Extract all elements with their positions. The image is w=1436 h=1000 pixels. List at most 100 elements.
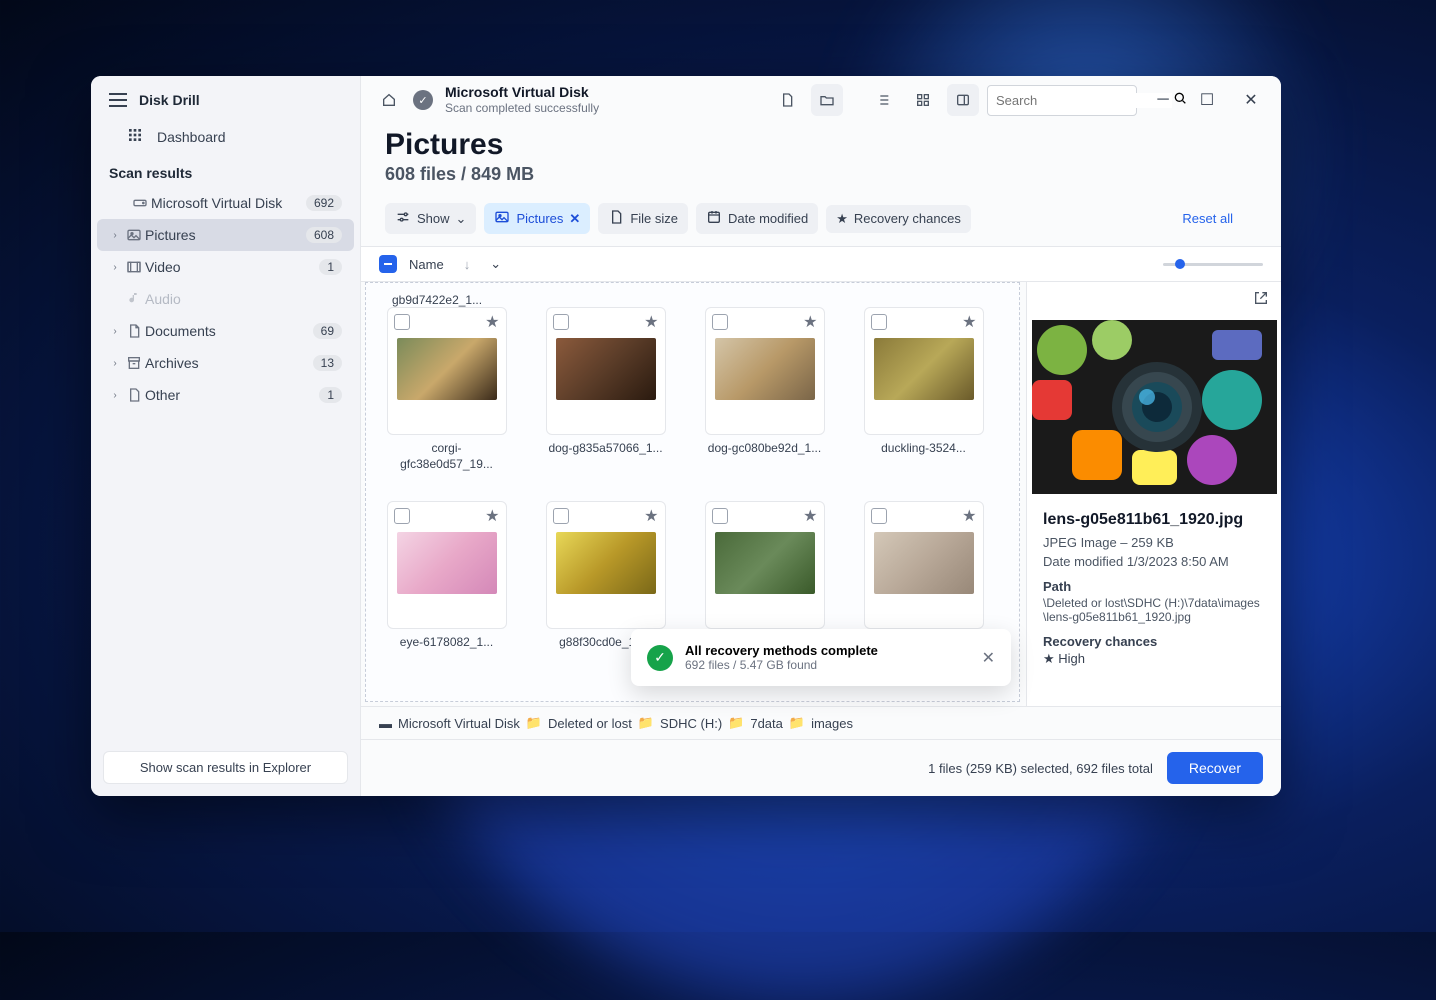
- sort-row: Name ↓ ⌄: [361, 246, 1281, 282]
- star-icon[interactable]: ★: [803, 312, 817, 332]
- archive-icon: [123, 355, 145, 371]
- path-label: Path: [1043, 579, 1265, 594]
- home-icon[interactable]: [373, 84, 405, 116]
- thumbnail-image: [874, 532, 974, 594]
- sliders-icon: [395, 209, 411, 228]
- app-window: Disk Drill Dashboard Scan results Micros…: [91, 76, 1281, 796]
- topbar: ✓ Microsoft Virtual Disk Scan completed …: [361, 76, 1281, 124]
- toast-close-icon[interactable]: ✕: [982, 648, 995, 668]
- audio-label: Audio: [145, 291, 342, 307]
- tile-checkbox[interactable]: [394, 508, 410, 524]
- tile-checkbox[interactable]: [712, 314, 728, 330]
- close-button[interactable]: ✕: [1233, 84, 1269, 116]
- app-title: Disk Drill: [139, 92, 200, 108]
- reset-all-link[interactable]: Reset all: [1182, 211, 1257, 226]
- file-tile[interactable]: ★ corgi-gfc38e0d57_19...: [384, 307, 509, 473]
- crumb-sdhc[interactable]: SDHC (H:): [660, 716, 722, 731]
- toast: ✓ All recovery methods complete 692 file…: [631, 629, 1011, 686]
- datemod-label: Date modified: [728, 211, 808, 226]
- crumb-disk[interactable]: Microsoft Virtual Disk: [398, 716, 520, 731]
- preview-path: \Deleted or lost\SDHC (H:)\7data\images\…: [1043, 596, 1265, 624]
- remove-filter-icon[interactable]: ✕: [569, 211, 580, 227]
- sidebar-item-pictures[interactable]: › Pictures 608: [97, 219, 354, 251]
- sidebar-section-scan-results: Scan results: [91, 155, 360, 187]
- crumb-7data[interactable]: 7data: [750, 716, 783, 731]
- other-count: 1: [319, 387, 342, 403]
- tile-filename: corgi-gfc38e0d57_19...: [387, 441, 507, 473]
- footer: 1 files (259 KB) selected, 692 files tot…: [361, 739, 1281, 796]
- toast-title: All recovery methods complete: [685, 643, 878, 658]
- file-icon[interactable]: [771, 84, 803, 116]
- preview-panel: lens-g05e811b61_1920.jpg JPEG Image – 25…: [1026, 282, 1281, 706]
- search-input[interactable]: [987, 85, 1137, 116]
- sort-by-name[interactable]: Name ↓ ⌄: [409, 256, 501, 272]
- star-icon[interactable]: ★: [803, 506, 817, 526]
- list-view-icon[interactable]: [867, 84, 899, 116]
- recovery-value: ★ High: [1043, 651, 1265, 667]
- preview-date: Date modified 1/3/2023 8:50 AM: [1043, 554, 1265, 569]
- folder-icon[interactable]: [811, 84, 843, 116]
- sidebar-item-other[interactable]: › Other 1: [97, 379, 354, 411]
- show-filter[interactable]: Show ⌄: [385, 203, 476, 234]
- video-count: 1: [319, 259, 342, 275]
- sidebar-item-video[interactable]: › Video 1: [97, 251, 354, 283]
- pictures-label: Pictures: [145, 227, 306, 243]
- file-tile[interactable]: ★ duckling-3524...: [861, 307, 986, 473]
- crumb-deleted[interactable]: Deleted or lost: [548, 716, 632, 731]
- popout-icon[interactable]: [1253, 290, 1269, 311]
- thumbnail-image: [874, 338, 974, 400]
- file-tile[interactable]: ★ dog-gc080be92d_1...: [702, 307, 827, 473]
- split-view-icon[interactable]: [947, 84, 979, 116]
- recover-button[interactable]: Recover: [1167, 752, 1263, 784]
- sidebar-item-archives[interactable]: › Archives 13: [97, 347, 354, 379]
- star-icon[interactable]: ★: [485, 506, 499, 526]
- sidebar-item-audio[interactable]: Audio: [97, 283, 354, 315]
- tile-checkbox[interactable]: [712, 508, 728, 524]
- chevron-right-icon: ›: [107, 326, 123, 337]
- star-icon[interactable]: ★: [962, 312, 976, 332]
- show-in-explorer-button[interactable]: Show scan results in Explorer: [103, 751, 348, 784]
- grid-view-icon[interactable]: [907, 84, 939, 116]
- chevron-down-icon[interactable]: ⌄: [490, 256, 501, 272]
- thumbnail-image: [397, 338, 497, 400]
- breadcrumb: ▬ Microsoft Virtual Disk 📁 Deleted or lo…: [361, 706, 1281, 739]
- recovery-label: Recovery chances: [1043, 634, 1265, 649]
- file-tile[interactable]: ★ eye-6178082_1...: [384, 501, 509, 667]
- tile-checkbox[interactable]: [553, 508, 569, 524]
- sidebar-item-vdisk[interactable]: Microsoft Virtual Disk 692: [97, 187, 354, 219]
- sort-arrow-icon: ↓: [464, 257, 471, 272]
- tile-checkbox[interactable]: [394, 314, 410, 330]
- recovery-label: Recovery chances: [854, 211, 961, 226]
- folder-icon: 📁: [789, 715, 805, 731]
- recovery-filter[interactable]: ★ Recovery chances: [826, 205, 971, 233]
- grid-icon: [127, 127, 143, 146]
- archives-count: 13: [313, 355, 342, 371]
- star-icon[interactable]: ★: [644, 506, 658, 526]
- filesize-filter[interactable]: File size: [598, 203, 688, 234]
- chevron-down-icon: ⌄: [456, 211, 467, 227]
- star-icon[interactable]: ★: [644, 312, 658, 332]
- tile-filename: dog-gc080be92d_1...: [708, 441, 821, 473]
- maximize-button[interactable]: ☐: [1189, 84, 1225, 116]
- tile-checkbox[interactable]: [553, 314, 569, 330]
- zoom-slider[interactable]: [1163, 263, 1263, 266]
- pictures-filter-label: Pictures: [516, 211, 563, 226]
- sidebar-item-documents[interactable]: › Documents 69: [97, 315, 354, 347]
- header-subtitle: Scan completed successfully: [445, 101, 599, 115]
- minimize-button[interactable]: ─: [1145, 84, 1181, 116]
- star-icon[interactable]: ★: [485, 312, 499, 332]
- page-title: Pictures: [385, 128, 1257, 162]
- sidebar-item-dashboard[interactable]: Dashboard: [91, 118, 360, 155]
- file-icon: [123, 387, 145, 403]
- star-icon[interactable]: ★: [962, 506, 976, 526]
- pictures-filter[interactable]: Pictures ✕: [484, 203, 590, 234]
- main-panel: ✓ Microsoft Virtual Disk Scan completed …: [361, 76, 1281, 796]
- datemod-filter[interactable]: Date modified: [696, 203, 818, 234]
- crumb-images[interactable]: images: [811, 716, 853, 731]
- tile-checkbox[interactable]: [871, 508, 887, 524]
- tile-checkbox[interactable]: [871, 314, 887, 330]
- menu-icon[interactable]: [109, 93, 127, 107]
- video-icon: [123, 259, 145, 275]
- file-tile[interactable]: ★ dog-g835a57066_1...: [543, 307, 668, 473]
- select-all-checkbox[interactable]: [379, 255, 397, 273]
